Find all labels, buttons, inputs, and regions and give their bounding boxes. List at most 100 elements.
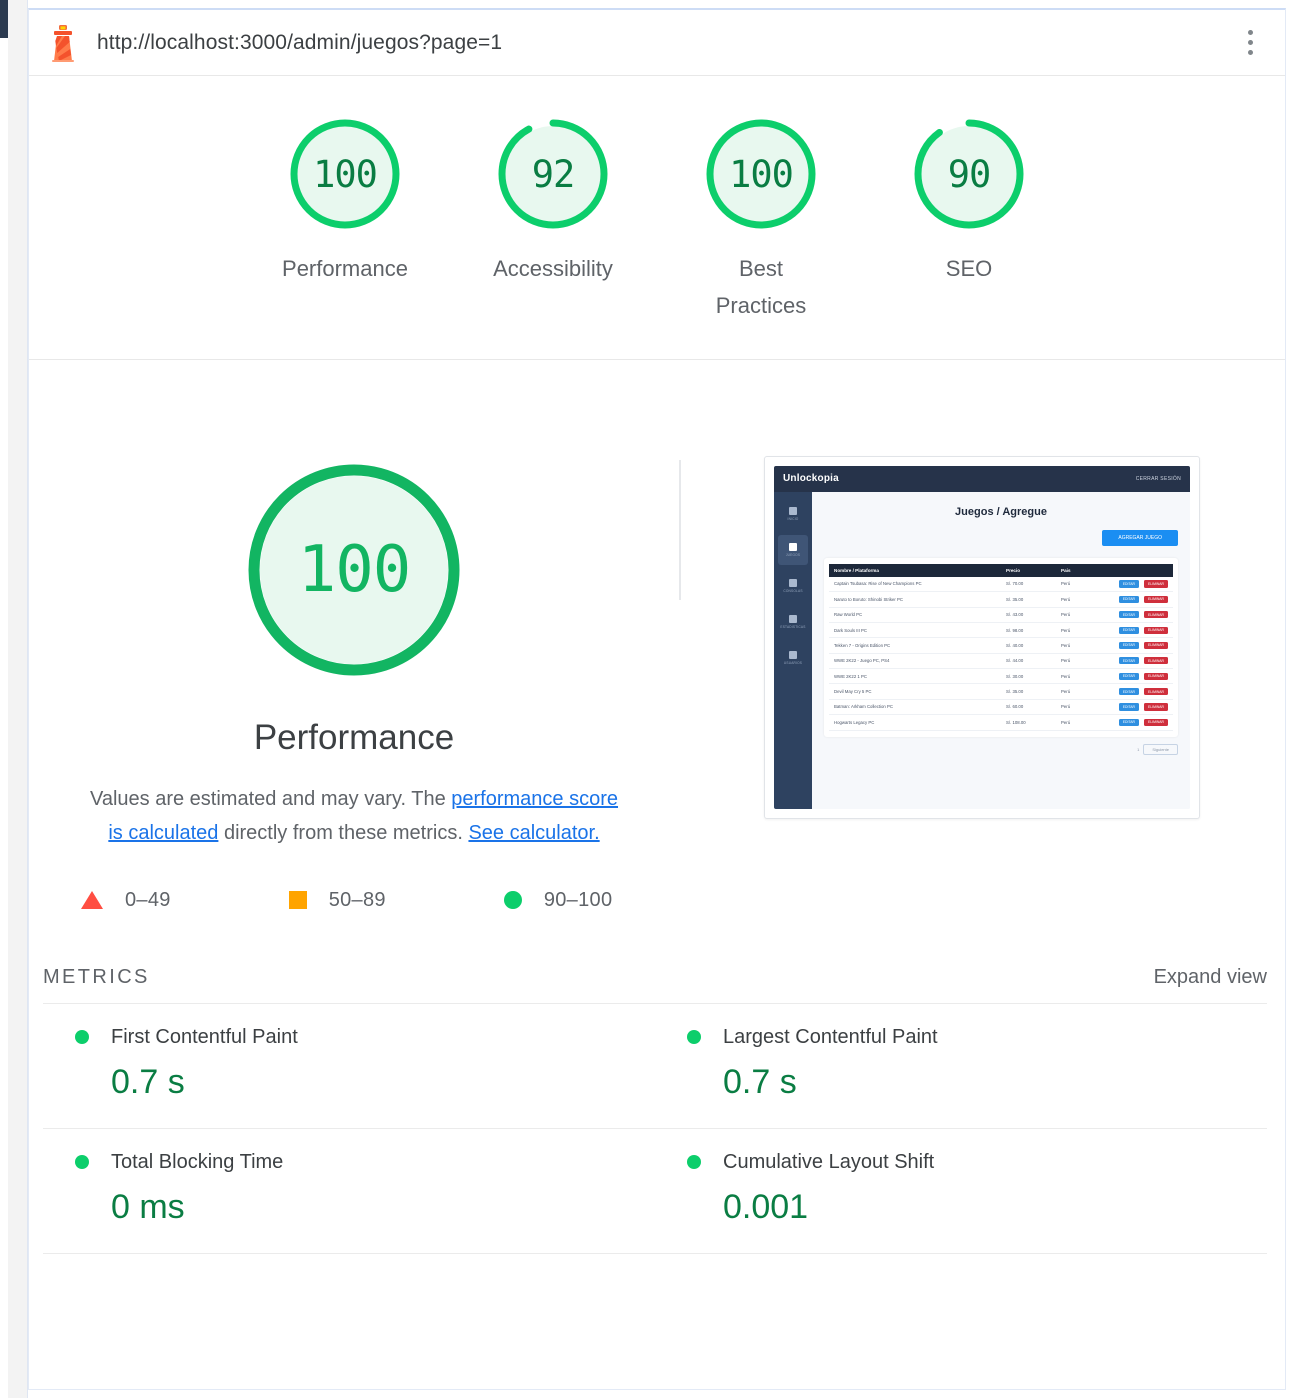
metrics-grid-bottom-rule [29, 1252, 1285, 1254]
metrics-title: METRICS [43, 965, 150, 988]
thumb-edit-button: EDITAR [1118, 672, 1139, 680]
users-icon [789, 650, 797, 659]
metric-total-blocking-time[interactable]: Total Blocking Time 0 ms [43, 1127, 655, 1253]
gauge-value-seo: 90 [947, 152, 992, 196]
legend-label-average: 50–89 [328, 888, 386, 911]
thumb-sidebar-label-juegos: JUEGOS [785, 552, 801, 557]
disclaimer-text-1: Values are estimated and may vary. The [89, 787, 452, 810]
gauge-value-best-practices: 100 [729, 152, 794, 196]
gauge-accessibility[interactable]: 92 Accessibility [483, 114, 623, 287]
metrics-grid: First Contentful Paint 0.7 s Largest Con… [29, 1002, 1285, 1253]
metric-value-fcp: 0.7 s [111, 1062, 185, 1101]
thumb-games-table: Nombre / Plataforma Precio Pais Captain … [829, 563, 1173, 731]
thumb-delete-button: ELIMINAR [1143, 611, 1168, 619]
thumb-table-row: Raw World PC S/. 43.00 Perú EDITAR ELIMINAR [829, 607, 1173, 623]
thumb-next-button: Siguiente [1143, 743, 1178, 755]
metric-cumulative-layout-shift[interactable]: Cumulative Layout Shift 0.001 [655, 1127, 1267, 1253]
thumb-table-row: Batman: Arkham Collection PC S/. 60.00 Per… [829, 699, 1173, 716]
thumb-add-game-button: AGREGAR JUEGO [1102, 529, 1178, 546]
thumb-sidebar-label-usuarios: USUARIOS [783, 660, 803, 665]
gauge-performance[interactable]: 100 Performance [275, 114, 415, 287]
thumb-sidebar-item-consolas: CONSOLAS [778, 571, 808, 601]
metric-label-lcp: Largest Contentful Paint [723, 1025, 938, 1048]
thumb-edit-button: EDITAR [1118, 595, 1139, 603]
thumb-edit-button: EDITAR [1118, 688, 1139, 696]
thumb-edit-button: EDITAR [1118, 626, 1139, 634]
metric-label-cls: Cumulative Layout Shift [723, 1150, 935, 1173]
gauge-label-accessibility: Accessibility [493, 256, 613, 281]
thumb-delete-button: ELIMINAR [1143, 672, 1168, 680]
thumb-topbar: Unlockopia CERRAR SESIÓN [774, 465, 1190, 492]
metric-label-tbt: Total Blocking Time [111, 1150, 284, 1173]
report-topbar: http://localhost:3000/admin/juegos?page=… [29, 10, 1285, 76]
see-calculator-link[interactable]: See calculator. [468, 822, 599, 844]
thumb-edit-button: EDITAR [1118, 657, 1139, 665]
thumb-content: Juegos / Agregue AGREGAR JUEGO Nombre / … [812, 491, 1190, 809]
metric-value-lcp: 0.7 s [723, 1062, 797, 1101]
thumb-edit-button: EDITAR [1118, 703, 1139, 711]
thumb-sidebar-item-juegos: JUEGOS [778, 534, 808, 565]
performance-score-value: 100 [297, 532, 412, 607]
chart-icon [789, 614, 797, 623]
gauge-label-performance: Performance [282, 256, 408, 281]
thumb-col-nombre: Nombre / Plataforma [829, 563, 1002, 577]
disclaimer-text-2: directly from these metrics. [218, 822, 469, 845]
thumb-delete-button: ELIMINAR [1143, 718, 1168, 726]
thumb-table-row: Dark Souls III PC S/. 98.00 Perú EDITAR ELIM… [829, 622, 1173, 639]
category-score-strip: 100 Performance 92 Accessibility 100 Bes… [29, 76, 1285, 360]
thumb-delete-button: ELIMINAR [1143, 595, 1168, 603]
audited-url: http://localhost:3000/admin/juegos?page=… [97, 30, 503, 54]
circle-pass-icon [503, 891, 522, 910]
thumb-delete-button: ELIMINAR [1143, 641, 1168, 650]
thumb-table-row: Captain Tsubasa: Rise of New Champions P… [829, 576, 1173, 593]
metric-value-tbt: 0 ms [111, 1187, 185, 1226]
kebab-menu-icon[interactable] [1237, 23, 1263, 63]
thumb-delete-button: ELIMINAR [1143, 688, 1168, 696]
thumb-delete-button: ELIMINAR [1143, 657, 1168, 665]
thumb-table-row: Devil May Cry 5 PC S/. 35.00 Perú EDITAR ELI… [829, 683, 1173, 700]
metric-label-fcp: First Contentful Paint [111, 1025, 298, 1048]
lighthouse-icon [43, 21, 83, 65]
thumb-sidebar-item-estadisticas: ESTADISTICAS [778, 607, 808, 637]
status-pass-icon [75, 1030, 89, 1045]
performance-section: 100 Performance Values are estimated and… [29, 360, 1285, 1254]
thumb-heading: Juegos / Agregue [955, 505, 1047, 518]
gauge-ring-accessibility: 92 [493, 114, 613, 234]
final-screenshot-thumbnail[interactable]: Unlockopia CERRAR SESIÓN INICIO JUEGOS C… [764, 455, 1200, 819]
thumb-edit-button: EDITAR [1118, 580, 1139, 588]
thumb-sidebar-label-consolas: CONSOLAS [783, 588, 803, 593]
thumb-brand: Unlockopia [783, 473, 839, 485]
thumb-sidebar-item-inicio: INICIO [778, 499, 808, 529]
thumb-logout-label: CERRAR SESIÓN [1135, 475, 1181, 482]
thumb-delete-button: ELIMINAR [1143, 703, 1168, 711]
legend-label-fail: 0–49 [125, 888, 171, 911]
section-divider [679, 459, 681, 600]
performance-gauge: 100 [240, 456, 468, 684]
thumb-edit-button: EDITAR [1118, 718, 1139, 726]
square-average-icon [288, 891, 307, 910]
thumb-sidebar-label-inicio: INICIO [787, 516, 799, 521]
performance-summary: 100 Performance Values are estimated and… [29, 456, 679, 912]
final-screenshot-panel: Unlockopia CERRAR SESIÓN INICIO JUEGOS C… [679, 455, 1285, 912]
thumb-edit-button: EDITAR [1118, 641, 1139, 650]
gauge-best-practices[interactable]: 100 Best Practices [691, 114, 831, 325]
thumb-col-acciones [1097, 563, 1173, 577]
expand-view-button[interactable]: Expand view [1154, 966, 1267, 989]
metric-largest-contentful-paint[interactable]: Largest Contentful Paint 0.7 s [655, 1002, 1267, 1128]
legend-label-pass: 90–100 [543, 888, 613, 911]
thumb-edit-button: EDITAR [1118, 611, 1139, 619]
thumb-page-number: 1 [1137, 746, 1140, 752]
thumb-delete-button: ELIMINAR [1143, 626, 1168, 634]
performance-title: Performance [253, 717, 455, 757]
gamepad-icon [789, 542, 797, 551]
thumb-table-row: Hogwarts Legacy PC S/. 108.00 Perú EDITAR EL… [829, 714, 1173, 731]
thumb-col-precio: Precio [1001, 563, 1057, 577]
metric-first-contentful-paint[interactable]: First Contentful Paint 0.7 s [43, 1002, 655, 1128]
gauge-value-accessibility: 92 [531, 152, 576, 196]
home-icon [789, 506, 797, 515]
gauge-seo[interactable]: 90 SEO [899, 114, 1039, 287]
gauge-value-performance: 100 [313, 152, 378, 196]
status-pass-icon [687, 1030, 701, 1045]
gauge-ring-best-practices: 100 [701, 114, 821, 234]
window-edge-artifact [0, 0, 8, 38]
